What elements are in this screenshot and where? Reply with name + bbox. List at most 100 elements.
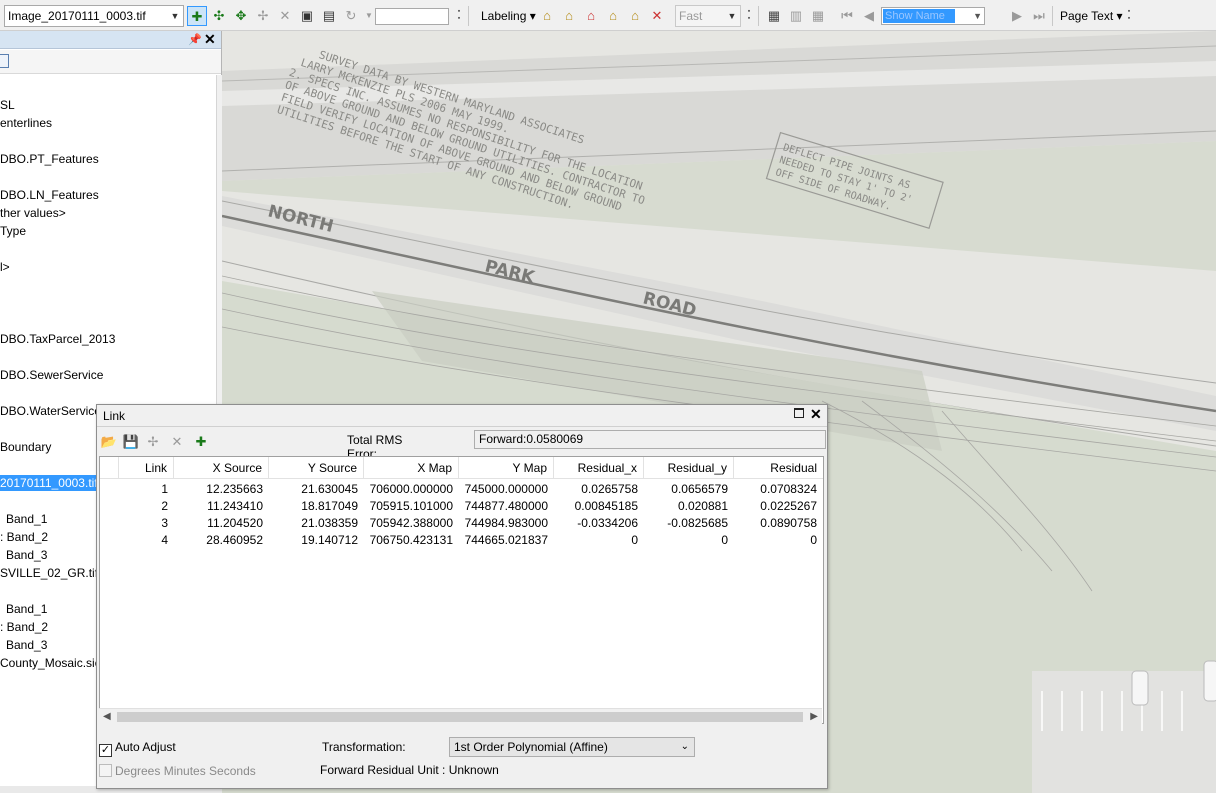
maximize-icon[interactable] (794, 408, 804, 418)
grid-icon[interactable]: ▦ (808, 6, 828, 26)
next-page-icon[interactable]: ▶ (1007, 6, 1027, 26)
auto-adjust-label: Auto Adjust (115, 740, 176, 754)
column-header-residual-x[interactable]: Residual_x (554, 457, 644, 479)
dms-label: Degrees Minutes Seconds (115, 764, 256, 778)
cell-x-map: 705942.388000 (369, 516, 453, 530)
page-name-combo[interactable]: Show Name ▼ (881, 7, 985, 25)
toc-item[interactable]: DBO.WaterService (0, 403, 101, 419)
toc-item-selected[interactable]: 20170111_0003.tif (0, 475, 100, 491)
auto-adjust-checkbox[interactable]: ✓ Auto Adjust (99, 739, 176, 757)
add-link-icon[interactable]: ✚ (191, 432, 211, 452)
zoom-to-link-icon[interactable]: ✢ (143, 432, 163, 452)
close-icon[interactable]: ✕ (204, 31, 216, 48)
table-row[interactable]: 4 28.460952 19.140712 706750.423131 7446… (100, 532, 823, 549)
focus-data-frame-icon[interactable]: ▦ (764, 6, 784, 26)
first-page-icon[interactable]: ⏮ (837, 6, 857, 26)
select-link-icon[interactable]: ✥ (231, 6, 251, 26)
toc-item[interactable]: County_Mosaic.sic (0, 655, 101, 671)
toc-item[interactable]: ther values> (0, 205, 66, 221)
zoom-to-link-icon[interactable]: ✢ (253, 6, 273, 26)
toc-item[interactable]: Band_3 (6, 547, 47, 563)
pause-labeling-icon[interactable]: ⌂ (603, 6, 623, 26)
scroll-right-icon[interactable]: ▶ (810, 709, 818, 725)
label-weights-icon[interactable]: ⌂ (559, 6, 579, 26)
toc-item[interactable]: SVILLE_02_GR.tif (0, 565, 98, 581)
toc-item[interactable]: Band_1 (6, 511, 47, 527)
refresh-icon[interactable]: ▥ (786, 6, 806, 26)
toc-item[interactable]: DBO.SewerService (0, 367, 103, 383)
chevron-down-icon: ⌄ (680, 741, 689, 752)
column-header-link[interactable]: Link (118, 457, 174, 479)
open-links-icon[interactable]: 📂 (99, 432, 119, 452)
column-header-residual[interactable]: Residual (734, 457, 823, 479)
auto-registration-icon[interactable]: ✣ (209, 6, 229, 26)
toc-item-label: 20170111_0003.tif (0, 476, 98, 490)
scrollbar-thumb[interactable] (117, 712, 803, 722)
toc-item-label: : Band_2 (0, 620, 49, 634)
link-table-icon[interactable]: ▤ (319, 6, 339, 26)
label-quality-combo[interactable]: Fast ▼ (675, 5, 741, 27)
cell-residual-x: 0.0265758 (581, 482, 638, 496)
scroll-left-icon[interactable]: ◀ (103, 709, 111, 725)
link-table[interactable]: Link X Source Y Source X Map Y Map Resid… (99, 456, 824, 724)
column-header-x-source[interactable]: X Source (174, 457, 269, 479)
label-manager-icon[interactable]: ⌂ (537, 6, 557, 26)
checkbox-checked-icon[interactable]: ✓ (99, 744, 112, 757)
last-page-icon[interactable]: ⏭ (1029, 6, 1049, 26)
delete-link-icon[interactable]: ✕ (275, 6, 295, 26)
toc-item[interactable]: DBO.TaxParcel_2013 (0, 331, 115, 347)
toc-item[interactable]: Type (0, 223, 26, 239)
list-by-drawing-order-icon[interactable] (0, 54, 9, 68)
toc-item[interactable]: Band_1 (6, 601, 47, 617)
toc-item-label: Band_1 (6, 512, 48, 526)
separator (468, 6, 469, 26)
toolbar-grip[interactable]: ▪ ▪ (456, 8, 462, 28)
column-header-residual-y[interactable]: Residual_y (644, 457, 734, 479)
label-quality-value: Fast (679, 9, 703, 23)
toc-item-label: Band_3 (6, 638, 48, 652)
table-row[interactable]: 3 11.204520 21.038359 705942.388000 7449… (100, 515, 823, 532)
toc-item[interactable]: Band_3 (6, 637, 47, 653)
toolbar-grip[interactable]: ▪ ▪ (1126, 8, 1132, 28)
link-table-horizontal-scrollbar[interactable]: ◀ ▶ (99, 708, 822, 724)
column-header-x-map[interactable]: X Map (364, 457, 459, 479)
toc-item[interactable]: : Band_2 (0, 529, 48, 545)
delete-link-icon[interactable]: ✕ (167, 432, 187, 452)
cell-x-source: 11.243410 (207, 499, 263, 513)
toc-item[interactable]: l> (0, 259, 10, 275)
toc-item[interactable]: : Band_2 (0, 619, 48, 635)
labeling-menu[interactable]: Labeling ▾ (481, 9, 536, 23)
table-row[interactable]: 2 11.243410 18.817049 705915.101000 7448… (100, 498, 823, 515)
save-links-icon[interactable]: 💾 (121, 432, 141, 452)
layer-combo[interactable]: Image_20170111_0003.tif ▼ (4, 5, 184, 27)
toc-item-label: SVILLE_02_GR.tif (0, 566, 99, 580)
transformation-dropdown[interactable]: 1st Order Polynomial (Affine) ⌄ (449, 737, 695, 757)
rotate-icon[interactable]: ↻ (341, 6, 361, 26)
lock-labels-icon[interactable]: ⌂ (581, 6, 601, 26)
viewer-icon[interactable]: ▣ (297, 6, 317, 26)
separator (758, 6, 759, 26)
toc-item[interactable]: DBO.PT_Features (0, 151, 99, 167)
cell-residual: 0.0708324 (760, 482, 817, 496)
checkbox-unchecked-icon (99, 764, 112, 777)
previous-page-icon[interactable]: ◀ (859, 6, 879, 26)
toc-item[interactable]: Boundary (0, 439, 51, 455)
view-unplaced-labels-icon[interactable]: ⌂ (625, 6, 645, 26)
close-icon[interactable]: ✕ (810, 406, 822, 423)
toc-item-label: DBO.PT_Features (0, 152, 99, 166)
parked-car (1131, 670, 1149, 706)
remove-labels-icon[interactable]: ✕ (647, 6, 667, 26)
add-control-points-icon[interactable]: ✚ (187, 6, 207, 26)
toc-item[interactable]: SL (0, 97, 15, 113)
toc-item[interactable]: DBO.LN_Features (0, 187, 99, 203)
chevron-down-icon: ▼ (973, 11, 982, 21)
toolbar-grip[interactable]: ▪ ▪ (746, 8, 752, 28)
toc-item-label: DBO.SewerService (0, 368, 104, 382)
table-row[interactable]: 1 12.235663 21.630045 706000.000000 7450… (100, 481, 823, 498)
column-header-y-source[interactable]: Y Source (269, 457, 364, 479)
column-header-y-map[interactable]: Y Map (459, 457, 554, 479)
pin-icon[interactable]: 📌 (188, 33, 202, 46)
toc-item[interactable]: enterlines (0, 115, 52, 131)
scale-input[interactable] (375, 8, 449, 25)
page-text-menu[interactable]: Page Text ▾ (1060, 9, 1123, 23)
